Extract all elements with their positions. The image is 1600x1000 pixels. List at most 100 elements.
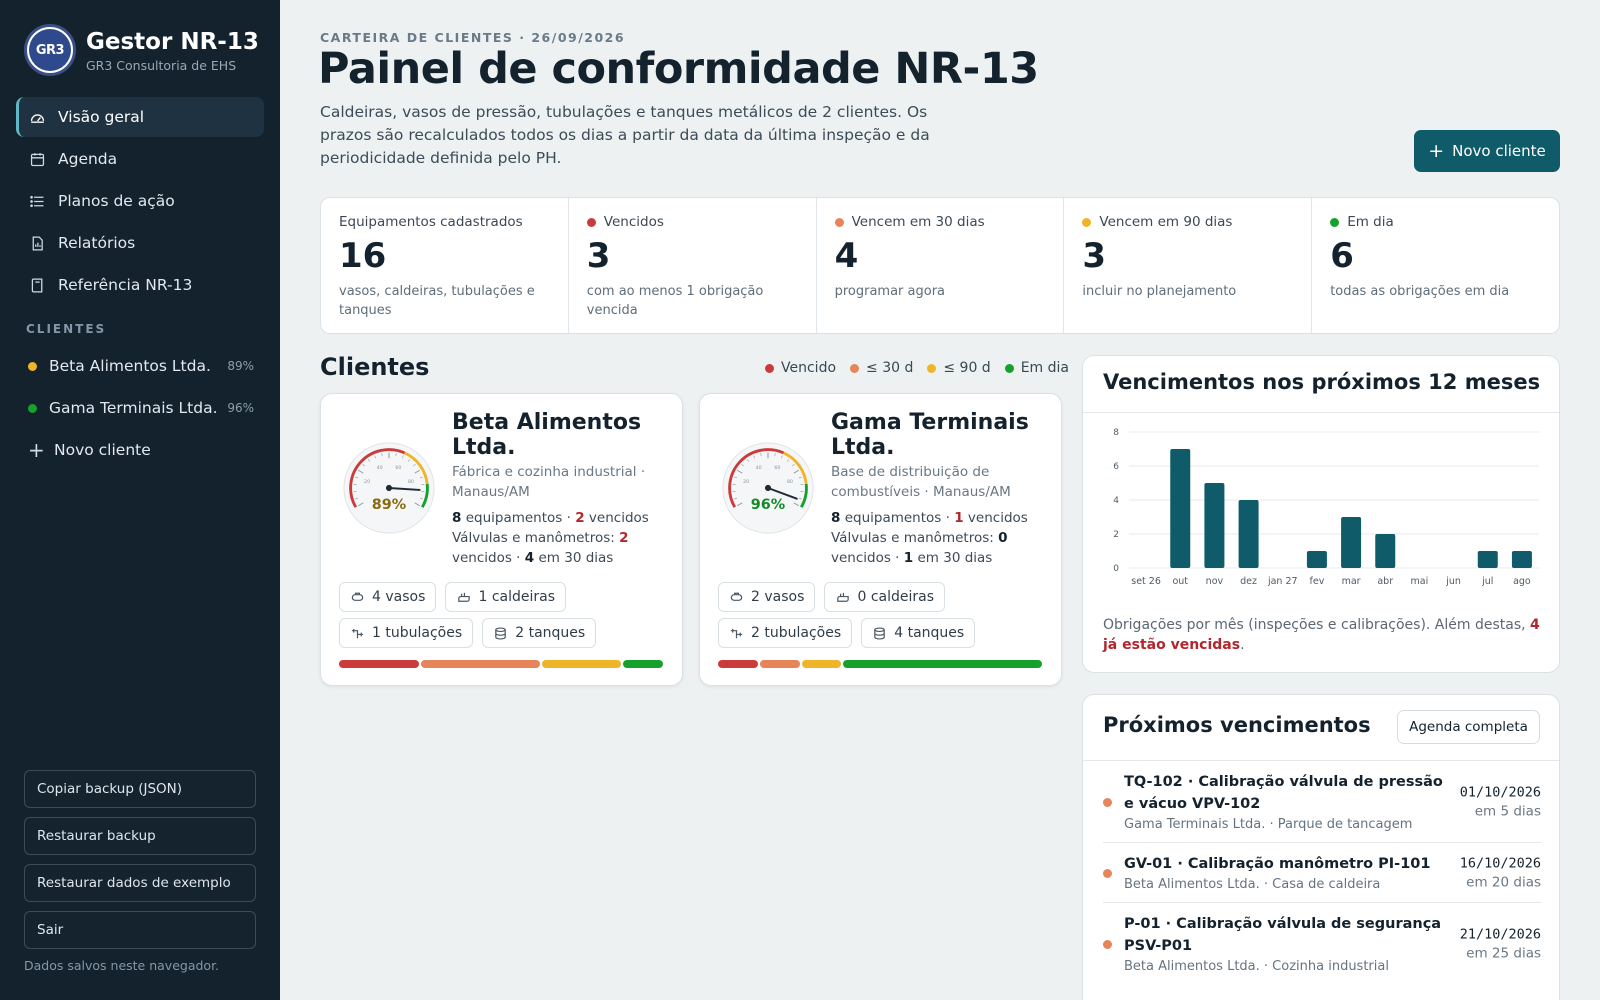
valves-30-text: em 30 dias: [538, 550, 614, 566]
stat-sub: todas as obrigações em dia: [1330, 284, 1510, 299]
due-item-date: 01/10/2026 em 5 dias: [1460, 784, 1541, 819]
restore-sample-button[interactable]: Restaurar dados de exemplo: [24, 864, 256, 902]
due-item[interactable]: P-01 · Calibração válvula de segurança P…: [1103, 903, 1541, 984]
chip-label: 2 vasos: [751, 589, 805, 605]
compliance-gauge: 20 40 60 80 89%: [343, 442, 435, 534]
status-dot: [28, 361, 37, 371]
x-tick-label: ago: [1513, 576, 1531, 587]
bar-nov: [1204, 483, 1225, 568]
nav-item-relatorios[interactable]: Relatórios: [16, 223, 264, 263]
stat-label: Vencem em 30 dias: [851, 214, 985, 230]
sidebar-client-beta[interactable]: Beta Alimentos Ltda. 89%: [16, 346, 264, 386]
gauge-tick-label: 20: [743, 479, 749, 485]
legend-dot: [765, 363, 774, 373]
bar-ago: [1511, 551, 1532, 568]
status-dot: [1330, 217, 1340, 227]
y-tick-label: 2: [1113, 530, 1119, 540]
x-tick-label: jun: [1445, 576, 1461, 587]
nav-label: Referência NR-13: [58, 276, 193, 294]
pipe-icon: [730, 628, 743, 638]
chip-tubulacoes[interactable]: 1 tubulações: [339, 618, 474, 648]
gauge-tick-label: 20: [364, 479, 370, 485]
restore-backup-button[interactable]: Restaurar backup: [24, 817, 256, 855]
x-tick-label: out: [1172, 576, 1188, 587]
legend-item: Em dia: [1004, 360, 1069, 376]
valves-overdue-text: vencidos ·: [452, 550, 521, 566]
new-client-label: Novo cliente: [54, 441, 151, 459]
chip-tubulacoes[interactable]: 2 tubulações: [718, 618, 853, 648]
nav-item-planos[interactable]: Planos de ação: [16, 181, 264, 221]
boiler-icon: [458, 592, 471, 602]
valves-overdue-count: 2: [619, 530, 629, 546]
stat-30-dias: Vencem em 30 dias 4 programar agora: [817, 198, 1065, 333]
client-card-beta[interactable]: 20 40 60 80 89% Beta Alimentos Ltda. Fábrica…: [320, 393, 683, 686]
summary-stats: Equipamentos cadastrados 16 vasos, calde…: [320, 197, 1560, 334]
sidebar-client-gama[interactable]: Gama Terminais Ltda. 96%: [16, 388, 264, 428]
x-tick-label: abr: [1377, 576, 1393, 587]
gauge-tick-label: 40: [756, 465, 762, 471]
legend-item: ≤ 90 d: [927, 360, 991, 376]
client-percent: 96%: [227, 401, 254, 415]
overdue-text: vencidos: [588, 510, 649, 526]
stat-equipamentos: Equipamentos cadastrados 16 vasos, calde…: [321, 198, 569, 333]
bar-segment: [339, 660, 419, 668]
stat-sub: com ao menos 1 obrigação vencida: [586, 284, 764, 318]
chip-label: 1 tubulações: [372, 625, 463, 641]
clients-heading: Clientes: [320, 353, 430, 381]
stat-value: 3: [586, 236, 611, 276]
x-tick-label: dez: [1240, 576, 1257, 587]
due-item-title: GV-01 · Calibração manômetro PI-101: [1124, 856, 1431, 872]
stat-vencidos: Vencidos 3 com ao menos 1 obrigação venc…: [569, 198, 817, 333]
copy-backup-button[interactable]: Copiar backup (JSON): [24, 770, 256, 808]
y-tick-label: 8: [1113, 428, 1119, 438]
due-date: 21/10/2026: [1459, 926, 1541, 942]
stat-label: Vencem em 90 dias: [1099, 214, 1233, 230]
due-relative: em 20 dias: [1466, 874, 1541, 890]
brand: GR3 Gestor NR-13 GR3 Consultoria de EHS: [24, 24, 259, 76]
due-item-title: P-01 · Calibração válvula de segurança P…: [1124, 916, 1442, 954]
due-bar-chart: 0 2 4 6 8 set 26 out nov dez jan 27 fev mar abr mai ju…: [1113, 428, 1539, 587]
due-item[interactable]: GV-01 · Calibração manômetro PI-101 Beta…: [1103, 843, 1541, 903]
legend-label: Em dia: [1020, 360, 1069, 376]
bar-segment: [541, 660, 622, 668]
chip-vasos[interactable]: 2 vasos: [718, 582, 816, 612]
list-icon: [28, 192, 46, 210]
new-client-button[interactable]: + Novo cliente: [1414, 130, 1560, 172]
stat-value: 6: [1330, 236, 1354, 276]
chip-tanques[interactable]: 2 tanques: [482, 618, 597, 648]
x-tick-label: mar: [1342, 576, 1361, 587]
stat-value: 4: [834, 236, 859, 276]
nav-label: Agenda: [58, 150, 118, 168]
chip-vasos[interactable]: 4 vasos: [339, 582, 437, 612]
stat-value: 3: [1082, 236, 1107, 276]
nav-item-visao-geral[interactable]: Visão geral: [16, 97, 264, 137]
due-item-sub: Beta Alimentos Ltda. · Cozinha industria…: [1124, 959, 1389, 974]
plus-icon: +: [1428, 140, 1445, 162]
bar-abr: [1375, 534, 1396, 568]
full-agenda-button[interactable]: Agenda completa: [1397, 710, 1540, 744]
stat-90-dias: Vencem em 90 dias 3 incluir no planejame…: [1064, 198, 1313, 333]
nav-item-agenda[interactable]: Agenda: [16, 139, 264, 179]
plus-icon: +: [28, 438, 45, 462]
boiler-icon: [837, 592, 850, 602]
gauge-tick-label: 80: [787, 479, 793, 485]
stat-label: Em dia: [1347, 214, 1394, 230]
due-item[interactable]: TQ-102 · Calibração válvula de pressão e…: [1103, 761, 1541, 843]
bar-fev: [1306, 551, 1327, 568]
status-distribution-bar: [339, 660, 665, 668]
chip-caldeiras[interactable]: 1 caldeiras: [445, 582, 567, 612]
client-card-desc: Fábrica e cozinha industrial · Manaus/AM: [452, 464, 646, 500]
nav-item-referencia[interactable]: Referência NR-13: [16, 265, 264, 305]
stat-value: 16: [339, 236, 387, 276]
chip-caldeiras[interactable]: 0 caldeiras: [824, 582, 946, 612]
bar-out: [1170, 449, 1191, 568]
bar-segment: [420, 660, 540, 668]
x-tick-label: mai: [1411, 576, 1429, 587]
sidebar-new-client[interactable]: + Novo cliente: [16, 430, 264, 470]
logout-button[interactable]: Sair: [24, 911, 256, 949]
client-card-gama[interactable]: 20 40 60 80 96% Gama Terminais Ltda. Base de…: [699, 393, 1062, 686]
legend-label: ≤ 30 d: [866, 360, 914, 376]
legend-label: ≤ 90 d: [943, 360, 991, 376]
bar-jul: [1477, 551, 1498, 568]
chip-tanques[interactable]: 4 tanques: [861, 618, 976, 648]
